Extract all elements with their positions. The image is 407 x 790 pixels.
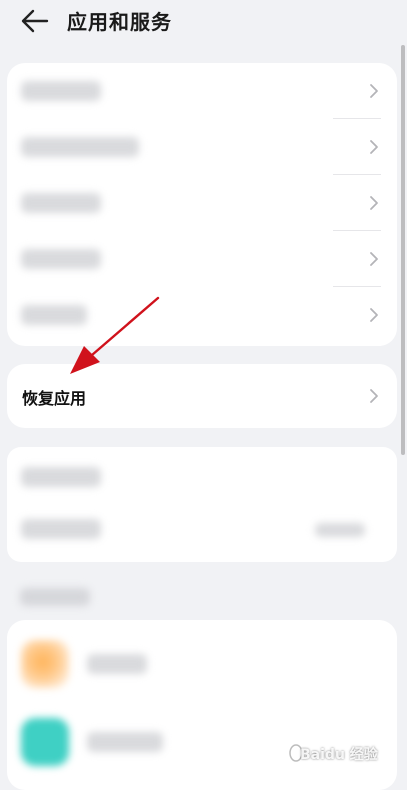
scrollbar[interactable] [401, 45, 405, 455]
page-title: 应用和服务 [67, 10, 172, 34]
watermark-text: Baidu 经验 [300, 747, 378, 763]
blurred-label [21, 305, 87, 325]
app-icon [21, 718, 69, 766]
chevron-right-icon [370, 140, 378, 154]
blurred-label [21, 137, 139, 157]
blurred-app-name [87, 732, 163, 752]
blurred-value [315, 523, 365, 537]
chevron-right-icon [370, 252, 378, 266]
chevron-right-icon [370, 308, 378, 322]
list-item[interactable] [7, 503, 397, 559]
blurred-label [21, 249, 101, 269]
list-item[interactable] [7, 119, 397, 175]
chevron-right-icon [370, 84, 378, 98]
chevron-right-icon [370, 196, 378, 210]
list-item[interactable] [7, 287, 397, 343]
blurred-app-name [87, 654, 147, 674]
settings-card-2 [7, 447, 397, 562]
blurred-section-header [20, 588, 90, 606]
blurred-label [21, 81, 101, 101]
settings-card-1 [7, 63, 397, 346]
list-item[interactable] [7, 175, 397, 231]
restore-apps-card[interactable]: 恢复应用 [7, 364, 397, 428]
list-item[interactable] [7, 63, 397, 119]
blurred-label [21, 467, 101, 487]
app-list-item[interactable] [7, 620, 397, 708]
app-icon [21, 640, 69, 688]
list-item[interactable] [7, 231, 397, 287]
restore-apps-label: 恢复应用 [22, 389, 87, 408]
header: 应用和服务 [0, 0, 407, 48]
blurred-label [21, 519, 101, 539]
blurred-label [21, 193, 101, 213]
list-item[interactable] [7, 447, 397, 503]
back-arrow-icon[interactable] [20, 8, 50, 34]
chevron-right-icon [370, 389, 378, 403]
